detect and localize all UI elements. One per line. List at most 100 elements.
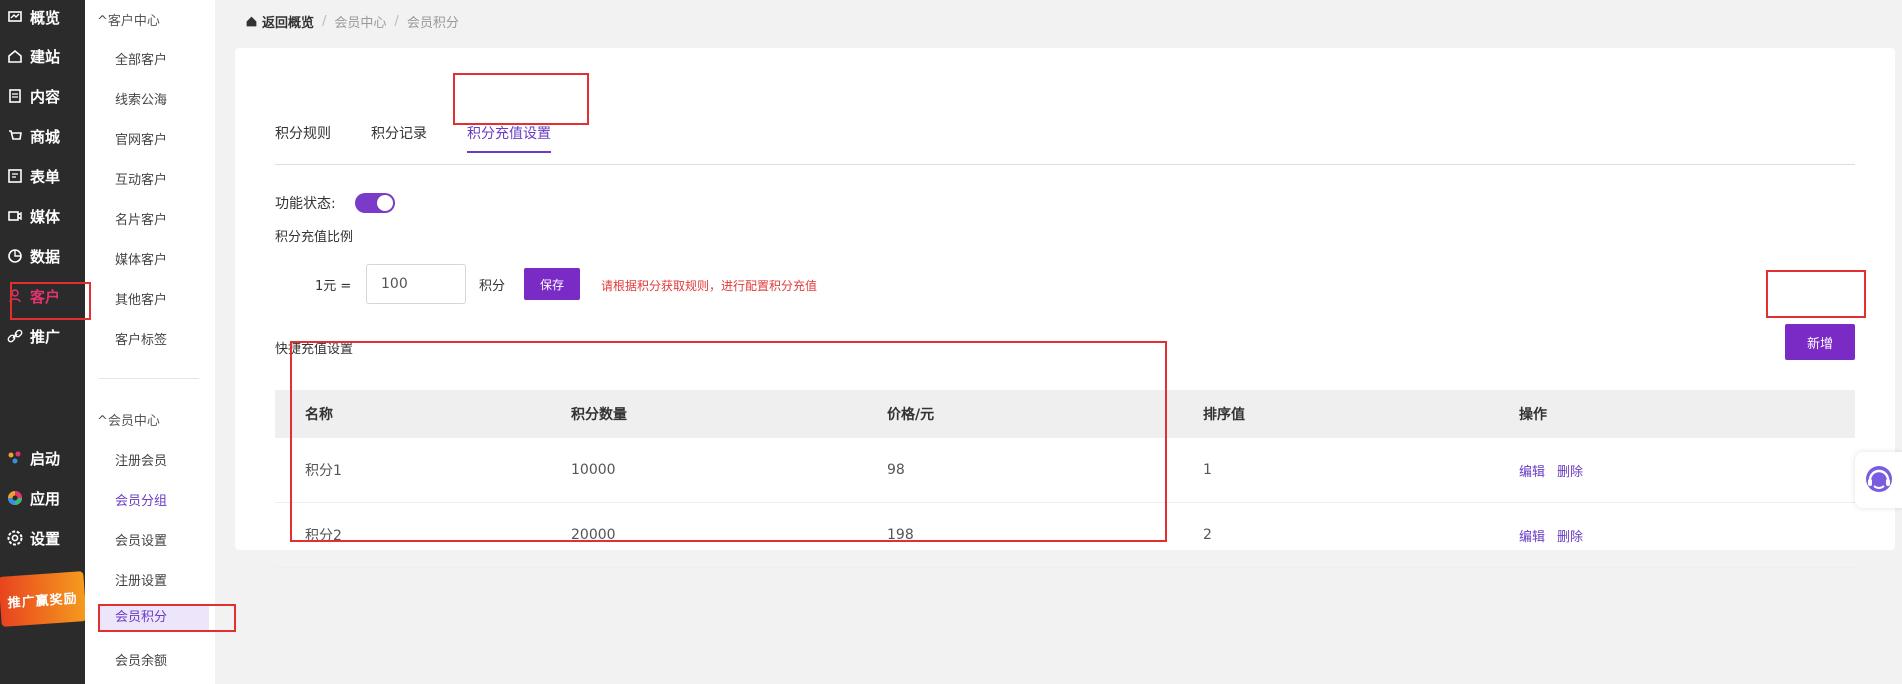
edit-link[interactable]: 编辑 xyxy=(1519,461,1545,480)
video-icon xyxy=(6,207,24,225)
nav-item-apps[interactable]: 应用 xyxy=(0,478,85,518)
user-icon xyxy=(6,287,24,305)
sub-group-customer[interactable]: ^客户中心 xyxy=(97,10,160,29)
nav-item-label: 概览 xyxy=(30,8,61,27)
table-row: 积分2 20000 198 2 编辑 删除 xyxy=(275,503,1855,568)
nav-item-label: 建站 xyxy=(30,47,61,66)
ratio-label: 积分充值比例 xyxy=(275,230,354,245)
sub-item-media-customers[interactable]: 媒体客户 xyxy=(115,249,167,268)
sub-item-interactive-customers[interactable]: 互动客户 xyxy=(115,169,167,188)
nav-item-label: 媒体 xyxy=(30,207,61,226)
nav-item-label: 商城 xyxy=(30,127,61,146)
feature-status-toggle[interactable] xyxy=(355,193,395,213)
sub-item-other-customers[interactable]: 其他客户 xyxy=(115,289,167,308)
delete-link[interactable]: 删除 xyxy=(1557,461,1583,480)
breadcrumb: 返回概览 / 会员中心 / 会员积分 xyxy=(245,12,459,31)
nav-item-overview[interactable]: 概览 xyxy=(0,0,85,37)
nav-item-label: 应用 xyxy=(30,489,61,508)
launch-icon xyxy=(6,449,24,467)
breadcrumb-home[interactable]: 返回概览 xyxy=(245,12,314,31)
header-points: 积分数量 xyxy=(571,407,627,423)
save-button[interactable]: 保存 xyxy=(524,268,580,300)
nav-item-label: 客户 xyxy=(30,287,61,306)
nav-item-mall[interactable]: 商城 xyxy=(0,116,85,156)
quick-recharge-title: 快捷充值设置 xyxy=(275,342,354,357)
nav-item-site[interactable]: 建站 xyxy=(0,36,85,76)
feature-status-label: 功能状态: xyxy=(275,196,336,212)
nav-item-form[interactable]: 表单 xyxy=(0,156,85,196)
sub-item-member-groups[interactable]: 会员分组 xyxy=(115,490,167,509)
add-button[interactable]: 新增 xyxy=(1785,324,1855,360)
cell-actions: 编辑 删除 xyxy=(1519,526,1855,545)
cell-name: 积分2 xyxy=(305,528,342,544)
promo-banner[interactable]: 推广赢奖励 xyxy=(0,571,87,627)
form-icon xyxy=(6,167,24,185)
apps-icon xyxy=(6,489,24,507)
header-name: 名称 xyxy=(305,407,333,423)
chart-icon xyxy=(6,247,24,265)
headset-icon xyxy=(1865,466,1892,492)
breadcrumb-member-center[interactable]: 会员中心 xyxy=(334,12,386,31)
nav-item-media[interactable]: 媒体 xyxy=(0,196,85,236)
nav-item-content[interactable]: 内容 xyxy=(0,76,85,116)
sub-item-leads[interactable]: 线索公海 xyxy=(115,89,167,108)
sub-nav: ^客户中心 全部客户 线索公海 官网客户 互动客户 名片客户 媒体客户 其他客户… xyxy=(85,0,215,684)
cell-name: 积分1 xyxy=(305,463,342,479)
sub-item-member-settings[interactable]: 会员设置 xyxy=(115,530,167,549)
cell-points: 10000 xyxy=(571,462,616,478)
customer-support-button[interactable] xyxy=(1855,452,1902,508)
tab-points-records[interactable]: 积分记录 xyxy=(371,123,427,151)
nav-item-label: 内容 xyxy=(30,87,61,106)
nav-item-label: 数据 xyxy=(30,247,61,266)
chevron-up-icon: ^ xyxy=(97,414,108,429)
tab-bar: 积分规则 积分记录 积分充值设置 xyxy=(275,83,1855,165)
divider xyxy=(99,378,199,379)
home-icon xyxy=(6,47,24,65)
nav-item-label: 启动 xyxy=(30,449,61,468)
nav-item-label: 设置 xyxy=(30,529,61,548)
cell-sort: 1 xyxy=(1203,462,1212,478)
cell-actions: 编辑 删除 xyxy=(1519,461,1855,480)
sub-item-card-customers[interactable]: 名片客户 xyxy=(115,209,167,228)
main-card: 积分规则 积分记录 积分充值设置 功能状态: 积分充值比例 1元 = 100 积… xyxy=(235,48,1895,568)
nav-item-data[interactable]: 数据 xyxy=(0,236,85,276)
header-actions: 操作 xyxy=(1519,407,1547,423)
home-icon xyxy=(246,16,257,27)
table-header: 名称 积分数量 价格/元 排序值 操作 xyxy=(275,390,1855,438)
sub-item-registered-members[interactable]: 注册会员 xyxy=(115,450,167,469)
sub-item-member-points[interactable]: 会员积分 xyxy=(99,605,209,631)
breadcrumb-separator: / xyxy=(322,14,327,29)
cell-price: 98 xyxy=(887,462,905,478)
sub-item-all-customers[interactable]: 全部客户 xyxy=(115,49,167,68)
sub-item-member-balance[interactable]: 会员余额 xyxy=(115,650,167,669)
ratio-input[interactable]: 100 xyxy=(366,264,466,304)
nav-item-settings[interactable]: 设置 xyxy=(0,518,85,558)
points-unit-label: 积分 xyxy=(479,279,506,294)
main-nav: 概览 建站 内容 商城 表单 媒体 数据 客户 推广 启动 应用 设置 推广赢奖… xyxy=(0,0,87,684)
tab-points-recharge-settings[interactable]: 积分充值设置 xyxy=(467,123,551,153)
sub-item-site-customers[interactable]: 官网客户 xyxy=(115,129,167,148)
sub-item-register-settings[interactable]: 注册设置 xyxy=(115,570,167,589)
delete-link[interactable]: 删除 xyxy=(1557,526,1583,545)
cell-points: 20000 xyxy=(571,527,616,543)
nav-item-promote[interactable]: 推广 xyxy=(0,316,85,356)
tab-points-rules[interactable]: 积分规则 xyxy=(275,123,331,151)
cell-price: 198 xyxy=(887,527,914,543)
overview-icon xyxy=(6,8,24,26)
nav-item-launch[interactable]: 启动 xyxy=(0,438,85,478)
sub-item-customer-tags[interactable]: 客户标签 xyxy=(115,329,167,348)
document-icon xyxy=(6,87,24,105)
nav-item-label: 推广 xyxy=(30,327,61,346)
edit-link[interactable]: 编辑 xyxy=(1519,526,1545,545)
sub-group-member[interactable]: ^会员中心 xyxy=(97,410,160,429)
link-icon xyxy=(6,327,24,345)
hint-text: 请根据积分获取规则，进行配置积分充值 xyxy=(601,279,818,293)
nav-item-label: 表单 xyxy=(30,167,61,186)
breadcrumb-member-points: 会员积分 xyxy=(406,16,459,31)
nav-item-customer[interactable]: 客户 xyxy=(0,276,85,316)
table-row: 积分1 10000 98 1 编辑 删除 xyxy=(275,438,1855,503)
toggle-knob xyxy=(377,195,393,211)
chevron-up-icon: ^ xyxy=(97,14,108,29)
breadcrumb-separator: / xyxy=(394,14,399,29)
header-price: 价格/元 xyxy=(887,407,935,423)
